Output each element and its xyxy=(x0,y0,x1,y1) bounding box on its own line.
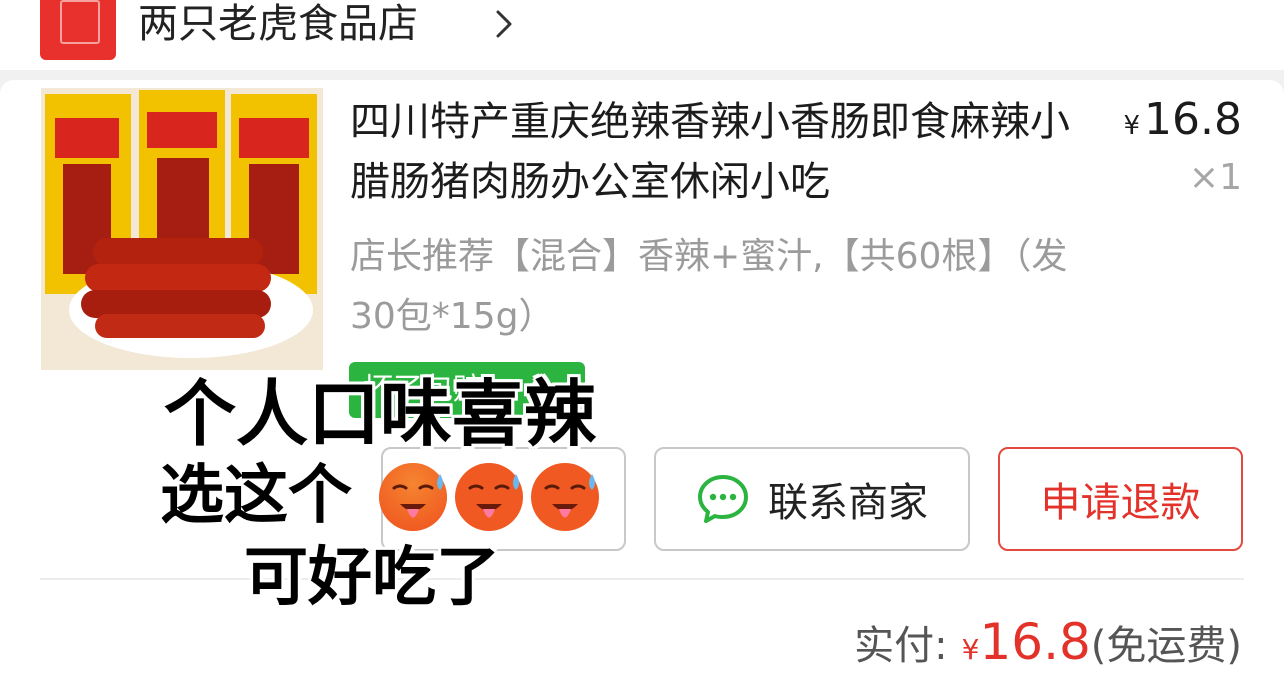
store-logo xyxy=(40,0,116,60)
logo-mark xyxy=(60,0,100,44)
overlay-text-line-2: 选这个 xyxy=(160,459,352,533)
unit-price: ¥16.8 xyxy=(1123,92,1242,154)
product-title[interactable]: 四川特产重庆绝辣香辣小香肠即食麻辣小腊肠猪肉肠办公室休闲小吃 xyxy=(350,92,1090,212)
overlay-text-line-1: 个人口味喜辣 xyxy=(164,372,597,456)
quantity: ×1 xyxy=(1188,157,1242,198)
sausage-image xyxy=(41,88,323,370)
store-header[interactable]: 两只老虎食品店 xyxy=(0,0,1284,70)
hot-face-emoji xyxy=(379,463,447,531)
product-image[interactable] xyxy=(41,88,323,370)
price-currency: ¥ xyxy=(1123,111,1141,141)
wechat-chat-icon xyxy=(698,475,748,523)
product-spec: 店长推荐【混合】香辣+蜜汁,【共60根】（发30包*15g） xyxy=(350,236,1068,337)
paid-amount: 16.8 xyxy=(979,613,1091,671)
chevron-right-icon[interactable] xyxy=(486,6,522,42)
refund-button[interactable]: 申请退款 xyxy=(998,447,1243,551)
store-name[interactable]: 两只老虎食品店 xyxy=(138,0,418,50)
price-value: 16.8 xyxy=(1144,94,1242,145)
overlay-text-line-3: 可好吃了 xyxy=(244,541,500,615)
paid-label: 实付: xyxy=(854,623,948,669)
order-page: 两只老虎食品店 四川特产重庆绝辣香辣小香肠即食麻辣小腊肠猪肉肠办公室休闲小吃 ¥… xyxy=(0,0,1284,695)
paid-currency: ¥ xyxy=(961,633,980,666)
shipping-note: (免运费) xyxy=(1090,623,1242,669)
contact-seller-button[interactable]: 联系商家 xyxy=(654,447,970,551)
price-block: ¥16.8 ×1 xyxy=(1123,92,1242,202)
contact-seller-label: 联系商家 xyxy=(768,480,928,526)
divider xyxy=(40,578,1244,580)
hot-face-emoji xyxy=(531,463,599,531)
payment-summary: 实付: ¥16.8(免运费) xyxy=(854,610,1242,682)
hot-face-emoji xyxy=(455,463,523,531)
